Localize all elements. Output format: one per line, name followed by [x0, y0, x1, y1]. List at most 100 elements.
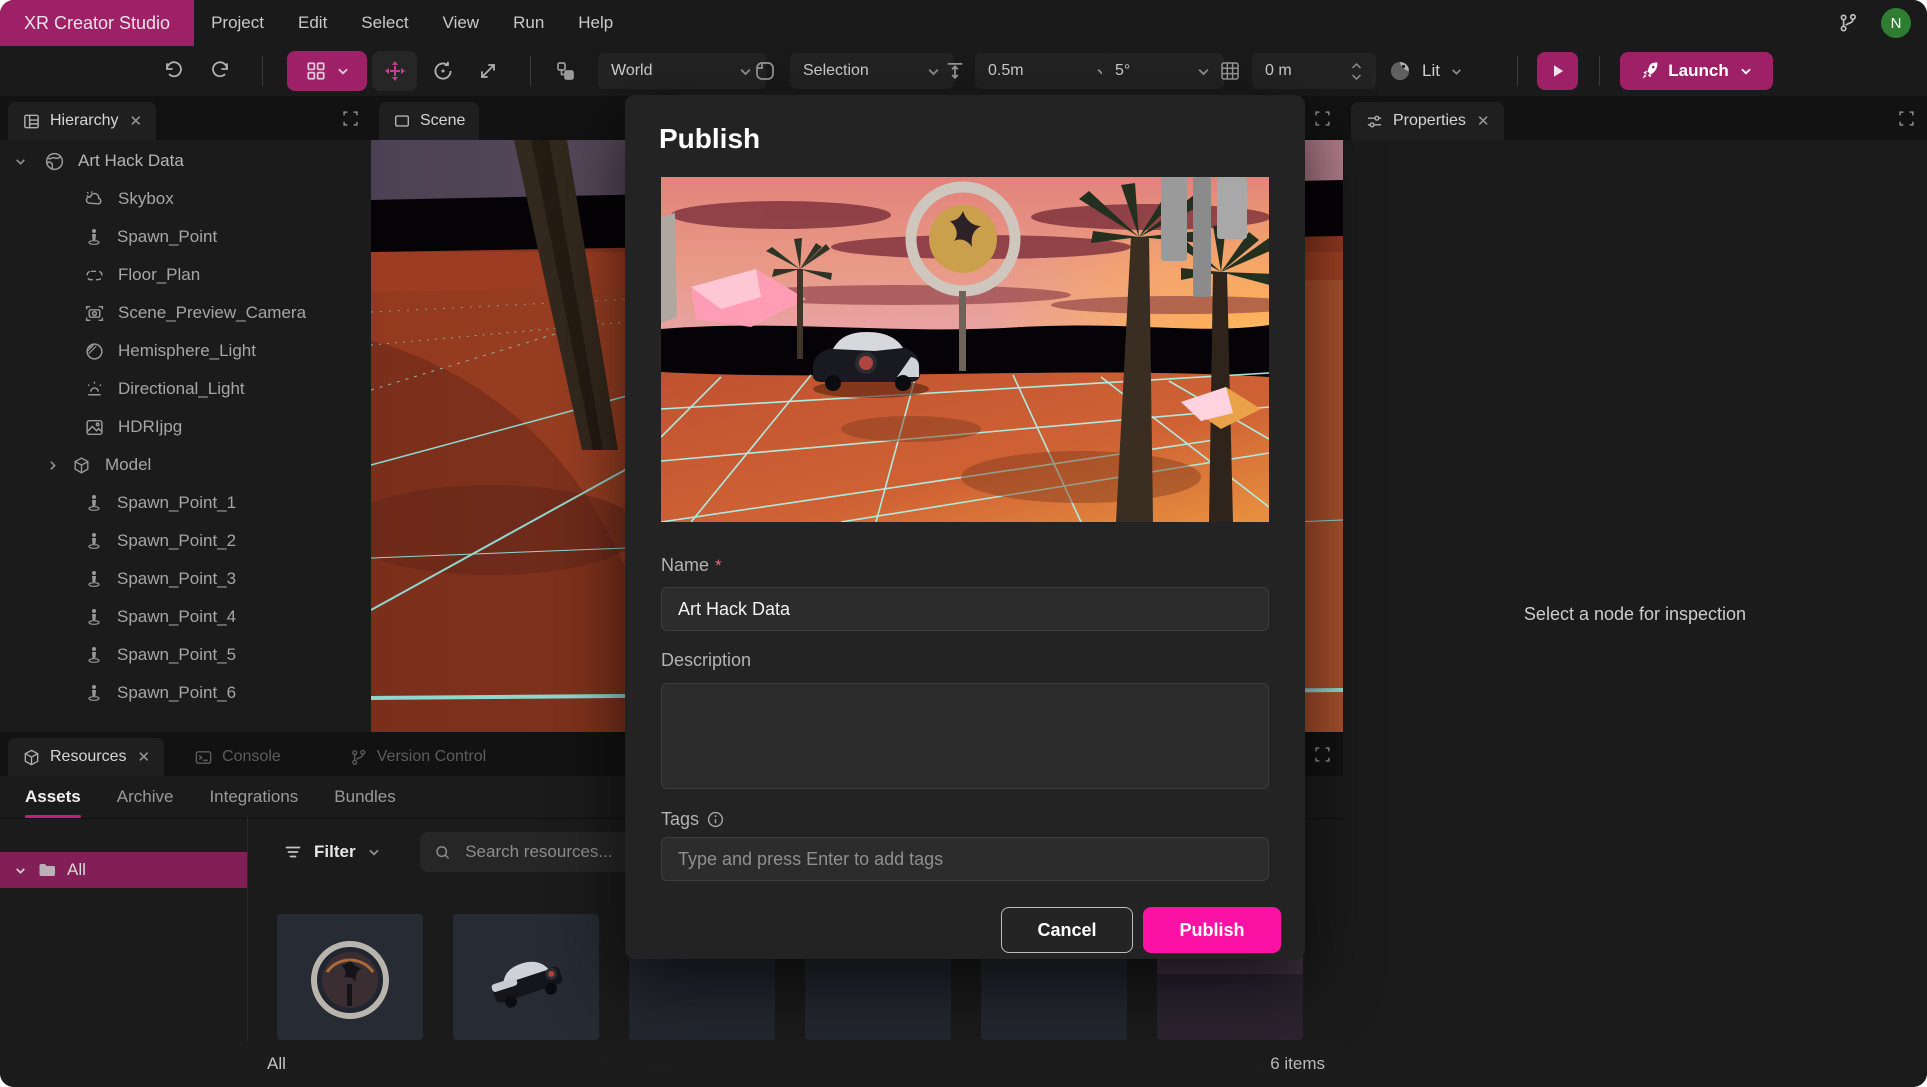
menu-select[interactable]: Select	[344, 0, 425, 46]
spawn-point-icon	[84, 531, 104, 551]
world-space-label: World	[611, 62, 653, 80]
launch-label: Launch	[1668, 61, 1728, 81]
gizmo-mode-button[interactable]	[287, 51, 367, 91]
menu-edit[interactable]: Edit	[281, 0, 344, 46]
dialog-title: Publish	[659, 123, 760, 155]
expand-icon[interactable]	[1898, 110, 1915, 127]
tree-row-label: Model	[105, 455, 151, 475]
rotate-icon	[430, 58, 456, 84]
chevron-right-icon[interactable]	[46, 459, 60, 472]
filter-lines-icon	[283, 842, 303, 862]
name-label: Name*	[661, 555, 722, 576]
selection-mode-icon[interactable]	[753, 46, 777, 96]
scene-icon	[393, 112, 411, 130]
rotate-snap-dropdown[interactable]: 5°	[1102, 53, 1224, 89]
asset-card-emblem[interactable]	[277, 914, 423, 1040]
tree-row[interactable]: Hemisphere_Light	[0, 332, 371, 370]
world-space-dropdown[interactable]: World	[598, 53, 766, 89]
selection-dropdown[interactable]: Selection	[790, 53, 954, 89]
close-icon[interactable]: ✕	[1477, 112, 1490, 130]
tree-row[interactable]: Spawn_Point_4	[0, 598, 371, 636]
info-icon[interactable]	[707, 811, 724, 828]
asset-card-police-car[interactable]	[453, 914, 599, 1040]
tree-row[interactable]: Spawn_Point_6	[0, 674, 371, 712]
subtab-integrations[interactable]: Integrations	[209, 776, 298, 818]
sliders-icon	[1365, 112, 1384, 131]
tree-row-label: Spawn_Point_6	[117, 683, 236, 703]
chevron-down-icon	[1739, 64, 1753, 78]
translate-snap-value: 0.5m	[988, 62, 1024, 80]
expand-icon[interactable]	[1314, 110, 1331, 127]
name-input[interactable]	[661, 587, 1269, 631]
redo-button[interactable]	[210, 46, 234, 96]
menu-project[interactable]: Project	[194, 0, 281, 46]
expand-icon[interactable]	[1314, 746, 1331, 763]
user-avatar[interactable]: N	[1881, 8, 1911, 38]
scale-tool-button[interactable]	[476, 46, 500, 96]
tree-row[interactable]: Floor_Plan	[0, 256, 371, 294]
tab-console[interactable]: Console	[180, 738, 295, 776]
translate-snap-dropdown[interactable]: 0.5m	[975, 53, 1123, 89]
folder-item-all[interactable]: All	[0, 852, 247, 888]
rotate-tool-button[interactable]	[430, 46, 456, 96]
grid-toggle-icon[interactable]	[1218, 46, 1242, 96]
scale-icon	[476, 59, 500, 83]
tab-console-label: Console	[222, 748, 281, 766]
tree-row-label: Art Hack Data	[78, 151, 184, 171]
description-input[interactable]	[661, 683, 1269, 789]
expand-icon[interactable]	[342, 110, 359, 127]
filter-button[interactable]: Filter	[283, 832, 381, 872]
tree-row[interactable]: Spawn_Point_5	[0, 636, 371, 674]
tree-row-label: Directional_Light	[118, 379, 245, 399]
version-branch-icon[interactable]	[1837, 12, 1859, 34]
tree-row[interactable]: Spawn_Point_3	[0, 560, 371, 598]
tab-version-control[interactable]: Version Control	[335, 738, 500, 776]
elevation-stepper[interactable]: 0 m	[1252, 53, 1376, 89]
launch-button[interactable]: Launch	[1620, 52, 1773, 90]
tree-row[interactable]: Spawn_Point_2	[0, 522, 371, 560]
tree-row[interactable]: Skybox	[0, 180, 371, 218]
scene-preview-image	[661, 177, 1269, 522]
menu-help[interactable]: Help	[561, 0, 630, 46]
tab-hierarchy-label: Hierarchy	[50, 112, 118, 130]
rotate-snap-value: 5°	[1115, 62, 1130, 80]
play-button[interactable]	[1537, 52, 1578, 90]
chevron-down-icon[interactable]	[14, 155, 28, 168]
shading-mode-dropdown[interactable]: Lit	[1388, 46, 1463, 96]
tree-row-root[interactable]: Art Hack Data	[0, 142, 371, 180]
close-icon[interactable]: ✕	[137, 748, 150, 766]
subtab-assets[interactable]: Assets	[25, 776, 81, 818]
rocket-icon	[1640, 61, 1660, 81]
subtab-archive[interactable]: Archive	[117, 776, 174, 818]
tree-row[interactable]: HDRIjpg	[0, 408, 371, 446]
tab-properties[interactable]: Properties ✕	[1351, 102, 1504, 140]
tab-properties-label: Properties	[1393, 112, 1466, 130]
cancel-button[interactable]: Cancel	[1001, 907, 1133, 953]
tab-scene[interactable]: Scene	[379, 102, 479, 140]
snap-translate-icon[interactable]	[944, 46, 966, 96]
menu-run[interactable]: Run	[496, 0, 561, 46]
tab-hierarchy[interactable]: Hierarchy ✕	[8, 102, 156, 140]
publish-button[interactable]: Publish	[1143, 907, 1281, 953]
chevron-down-icon	[926, 64, 941, 79]
tree-row[interactable]: Spawn_Point_1	[0, 484, 371, 522]
tree-row[interactable]: Directional_Light	[0, 370, 371, 408]
properties-empty-message: Select a node for inspection	[1343, 604, 1927, 625]
tree-row-label: Spawn_Point_1	[117, 493, 236, 513]
chevron-down-icon	[367, 845, 381, 859]
subtab-bundles[interactable]: Bundles	[334, 776, 395, 818]
camera-icon	[84, 303, 105, 324]
tree-row[interactable]: Scene_Preview_Camera	[0, 294, 371, 332]
tags-input[interactable]	[661, 837, 1269, 881]
tree-row[interactable]: Spawn_Point	[0, 218, 371, 256]
undo-button[interactable]	[160, 46, 184, 96]
close-icon[interactable]: ✕	[129, 112, 142, 130]
coordinate-space-icon[interactable]	[553, 46, 577, 96]
tab-resources[interactable]: Resources ✕	[8, 738, 164, 776]
app-title[interactable]: XR Creator Studio	[0, 0, 194, 46]
menu-view[interactable]: View	[426, 0, 497, 46]
tree-row-model[interactable]: Model	[0, 446, 371, 484]
elevation-value: 0 m	[1265, 62, 1292, 80]
move-tool-button[interactable]	[372, 51, 417, 91]
tab-scene-label: Scene	[420, 112, 465, 130]
